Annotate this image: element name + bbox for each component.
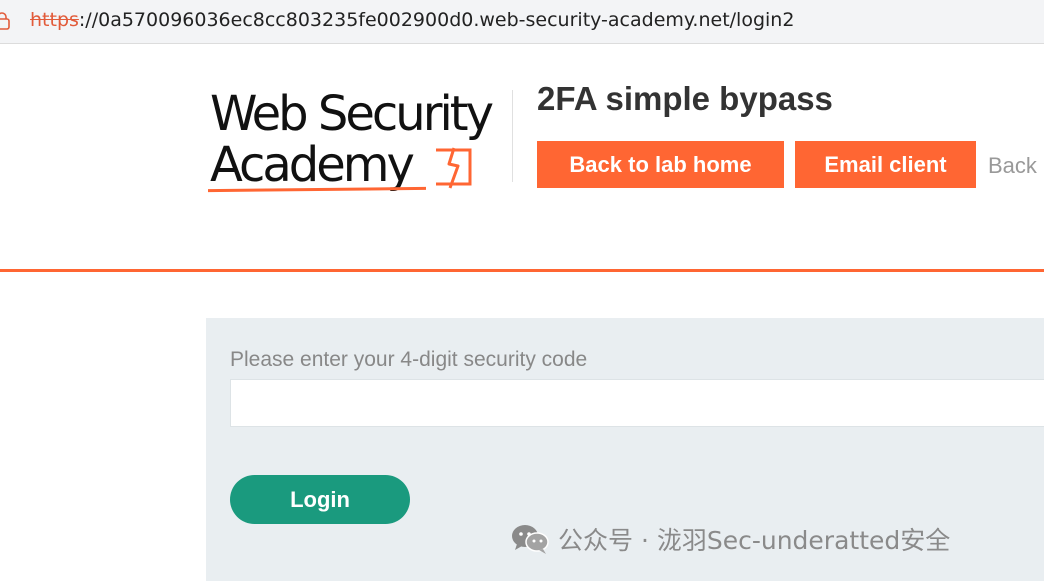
wechat-icon — [510, 523, 550, 555]
security-code-input[interactable] — [230, 379, 1044, 427]
logo-line1: Web Security — [210, 86, 494, 142]
email-client-button[interactable]: Email client — [795, 141, 976, 188]
header-divider — [512, 90, 513, 182]
security-code-label: Please enter your 4-digit security code — [230, 348, 588, 371]
logo-line2: Academy — [210, 137, 415, 193]
back-to-lab-home-button[interactable]: Back to lab home — [537, 141, 784, 188]
back-link[interactable]: Back — [988, 153, 1037, 179]
watermark: 公众号 · 泷羽Sec-underatted安全 — [510, 521, 950, 557]
lab-title: 2FA simple bypass — [537, 80, 833, 117]
watermark-text: 公众号 · 泷羽Sec-underatted安全 — [558, 526, 951, 555]
header-separator — [0, 269, 1044, 272]
url-rest: ://0a570096036ec8cc803235fe002900d0.web-… — [78, 9, 795, 31]
url-text[interactable]: https://0a570096036ec8cc803235fe002900d0… — [30, 9, 794, 31]
address-bar[interactable]: https://0a570096036ec8cc803235fe002900d0… — [0, 0, 1044, 44]
web-security-academy-logo[interactable]: Web Security Academy — [206, 86, 510, 196]
lock-icon[interactable] — [0, 12, 10, 30]
lightning-bolt-icon — [430, 144, 478, 192]
url-scheme: https — [30, 9, 79, 31]
login-button[interactable]: Login — [230, 475, 410, 524]
